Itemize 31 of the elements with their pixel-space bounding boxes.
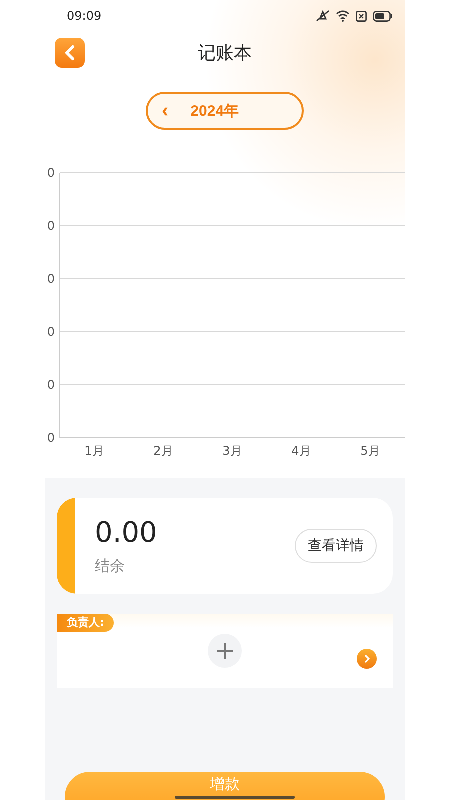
plus-icon — [216, 642, 234, 660]
y-tick-label: 0 — [47, 166, 55, 180]
y-tick-label: 0 — [47, 378, 55, 392]
x-tick-label: 3月 — [222, 444, 242, 458]
previous-year-arrow[interactable]: ‹ — [162, 100, 169, 122]
next-button[interactable] — [357, 649, 377, 669]
back-button[interactable] — [55, 38, 85, 68]
add-button[interactable] — [208, 634, 242, 668]
chevron-right-icon — [363, 654, 371, 664]
y-tick-label: 0 — [47, 431, 55, 445]
x-tick-label: 4月 — [292, 444, 312, 458]
balance-amount: 0.00 — [95, 516, 158, 549]
page-title: 记账本 — [197, 42, 253, 65]
x-tick-label: 1月 — [84, 444, 104, 458]
balance-label: 结余 — [95, 557, 126, 576]
add-entry-button[interactable]: 增款 — [65, 772, 385, 800]
year-label: 2024年 — [190, 102, 240, 120]
year-picker[interactable]: ‹ 2024年 — [146, 92, 304, 130]
chevron-left-icon — [64, 45, 76, 61]
y-tick-label: 0 — [47, 219, 55, 233]
sim-icon — [356, 10, 367, 22]
mute-icon — [316, 10, 330, 22]
y-tick-label: 0 — [47, 325, 55, 339]
battery-icon — [373, 10, 393, 22]
status-time: 09:09 — [67, 9, 102, 23]
x-tick-label: 5月 — [360, 444, 380, 458]
owner-tag: 负责人: — [57, 614, 114, 632]
x-tick-label: 2月 — [154, 444, 174, 458]
details-button[interactable]: 查看详情 — [295, 529, 377, 563]
y-tick-label: 0 — [47, 272, 55, 286]
wifi-icon — [336, 10, 350, 22]
